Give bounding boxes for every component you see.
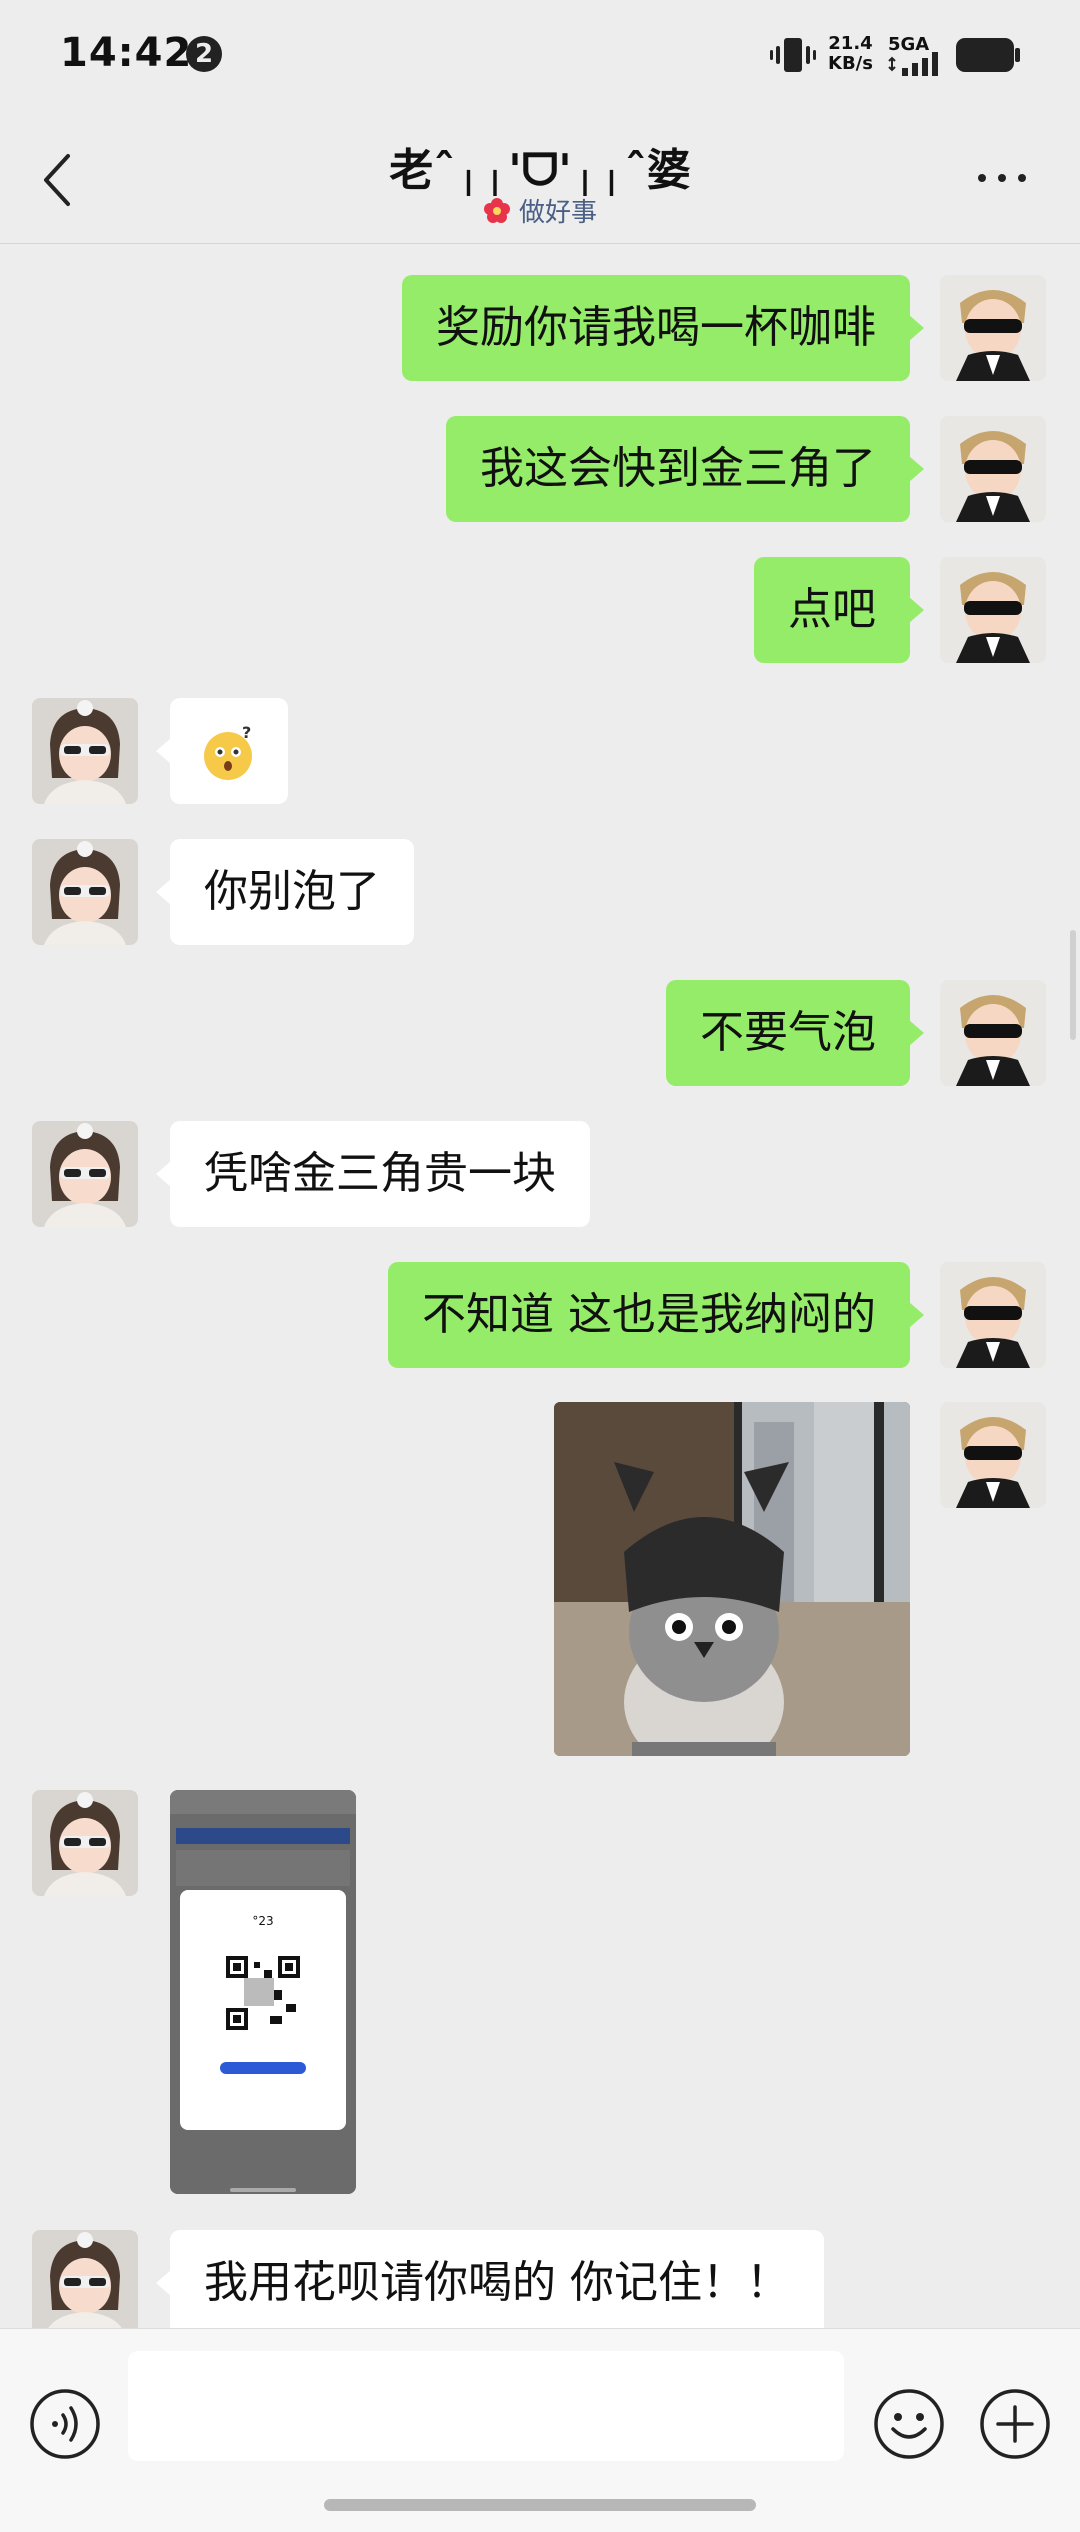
more-dots-icon[interactable] xyxy=(972,166,1032,190)
contact-status[interactable]: 做好事 xyxy=(0,192,1080,229)
contact-avatar[interactable] xyxy=(32,698,138,804)
input-bar xyxy=(0,2328,1080,2532)
battery-icon xyxy=(956,38,1020,72)
message-bubble-emoji[interactable]: ? xyxy=(156,698,288,804)
vibrate-icon xyxy=(770,38,816,72)
message-input[interactable] xyxy=(128,2351,844,2461)
net-speed: 21.4 KB/s xyxy=(828,34,873,74)
net-speed-unit: KB/s xyxy=(828,53,873,74)
message-bubble-sent[interactable]: 点吧 xyxy=(754,557,924,663)
voice-icon[interactable] xyxy=(28,2387,102,2461)
message-bubble-sent[interactable]: 不知道 这也是我纳闷的 xyxy=(388,1262,924,1368)
message-bubble-received[interactable]: 凭啥金三角贵一块 xyxy=(156,1121,590,1227)
contact-avatar[interactable] xyxy=(32,839,138,945)
emoji-icon[interactable] xyxy=(872,2387,946,2461)
notification-count-badge: 2 xyxy=(186,36,222,72)
message-bubble-sent[interactable]: 我这会快到金三角了 xyxy=(446,416,924,522)
svg-text:?: ? xyxy=(242,724,251,742)
chat-title[interactable]: 老ˆ╷╷'ᗜ'╷╷ˆ婆 xyxy=(0,134,1080,198)
confused-face-emoji: ? xyxy=(204,723,252,780)
contact-status-text: 做好事 xyxy=(518,198,597,228)
net-speed-value: 21.4 xyxy=(828,33,873,54)
my-avatar[interactable] xyxy=(940,1402,1046,1508)
status-time: 14:42 xyxy=(60,30,193,76)
penguin-photo[interactable] xyxy=(554,1402,910,1756)
my-avatar[interactable] xyxy=(940,557,1046,663)
message-bubble-sent[interactable]: 奖励你请我喝一杯咖啡 xyxy=(402,275,924,381)
my-avatar[interactable] xyxy=(940,275,1046,381)
my-avatar[interactable] xyxy=(940,980,1046,1086)
flower-icon xyxy=(483,198,510,223)
plus-icon[interactable] xyxy=(978,2387,1052,2461)
contact-avatar[interactable] xyxy=(32,1790,138,1896)
chat-header: 老ˆ╷╷'ᗜ'╷╷ˆ婆 做好事 xyxy=(0,110,1080,244)
home-indicator[interactable] xyxy=(324,2499,756,2511)
status-bar: 14:42 2 21.4 KB/s 5GA xyxy=(0,0,1080,110)
signal-icon xyxy=(888,52,938,76)
screenshot-caption: °23 xyxy=(252,1914,274,1928)
message-bubble-received[interactable]: 我用花呗请你喝的 你记住！！ xyxy=(156,2230,824,2336)
my-avatar[interactable] xyxy=(940,416,1046,522)
message-bubble-sent[interactable]: 不要气泡 xyxy=(666,980,924,1086)
contact-avatar[interactable] xyxy=(32,2230,138,2336)
contact-avatar[interactable] xyxy=(32,1121,138,1227)
scroll-indicator[interactable] xyxy=(1070,930,1076,1040)
message-bubble-received[interactable]: 你别泡了 xyxy=(156,839,414,945)
order-screenshot[interactable]: °23 xyxy=(170,1790,356,2194)
my-avatar[interactable] xyxy=(940,1262,1046,1368)
